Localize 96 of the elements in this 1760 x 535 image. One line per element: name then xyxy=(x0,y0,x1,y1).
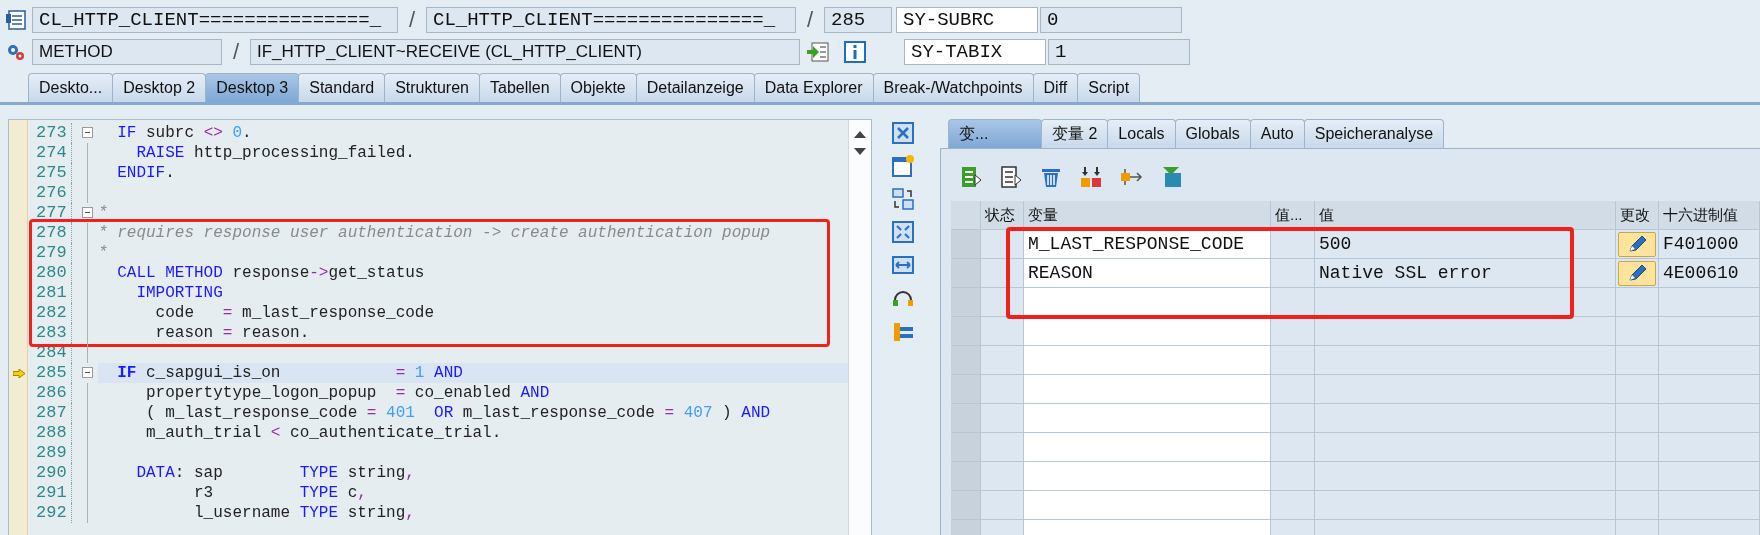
scrollbar[interactable] xyxy=(848,120,871,535)
desktop-tab[interactable]: Desktop 3 xyxy=(205,73,300,102)
line-number: 275 xyxy=(28,163,72,183)
desktop-tab[interactable]: Objekte xyxy=(559,73,637,102)
line-number: 286 xyxy=(28,383,72,403)
desktop-tab[interactable]: Strukturen xyxy=(384,73,480,102)
table-cell xyxy=(1271,230,1315,259)
desktop-tab[interactable]: Data Explorer xyxy=(753,73,874,102)
desktop-tab[interactable]: Standard xyxy=(298,73,386,102)
status-cell xyxy=(981,259,1024,288)
line-number: 288 xyxy=(28,423,72,443)
desktop-tab[interactable]: Deskto... xyxy=(28,73,114,102)
desktop-tab[interactable]: Script xyxy=(1077,73,1141,102)
code-line: CALL METHOD response->get_status xyxy=(116,263,426,283)
navigate-icon[interactable] xyxy=(806,41,830,63)
line-number: 287 xyxy=(28,403,72,423)
column-header[interactable]: 状态 xyxy=(981,201,1024,230)
scroll-up-icon[interactable] xyxy=(854,130,866,138)
code-line: l_username TYPE string, xyxy=(193,503,416,523)
column-header[interactable]: 十六进制值 xyxy=(1659,201,1760,230)
desktop-tab[interactable]: Detailanzeige xyxy=(635,73,755,102)
system-field-value[interactable]: 1 xyxy=(1048,39,1190,65)
code-line: r3 TYPE c, xyxy=(193,483,368,503)
separator-slash: / xyxy=(407,7,417,33)
variable-tab[interactable]: 变量 2 xyxy=(1041,119,1109,148)
code-line: IF subrc <> 0. xyxy=(116,123,253,143)
scroll-down-icon[interactable] xyxy=(854,148,866,156)
line-number: 276 xyxy=(28,183,72,203)
line-number: 278 xyxy=(28,223,72,243)
system-field-value[interactable]: 0 xyxy=(1040,7,1182,33)
code-line: * xyxy=(98,203,109,223)
line-number: 291 xyxy=(28,483,72,503)
code-line: * xyxy=(98,243,109,263)
line-number: 285 xyxy=(28,363,72,383)
line-number: 290 xyxy=(28,463,72,483)
code-line: propertytype_logon_popup = co_enabled AND xyxy=(145,383,551,403)
line-number: 277 xyxy=(28,203,72,223)
line-number: 281 xyxy=(28,283,72,303)
system-field-name[interactable]: SY-SUBRC xyxy=(896,7,1038,33)
code-line: m_auth_trial < co_authenticate_trial. xyxy=(145,423,503,443)
line-number: 273 xyxy=(28,123,72,143)
variable-tab[interactable]: Globals xyxy=(1174,119,1251,148)
desktop-tab[interactable]: Tabellen xyxy=(479,73,561,102)
line-number: 292 xyxy=(28,503,72,523)
code-line: reason = reason. xyxy=(154,323,311,343)
variable-cell[interactable]: M_LAST_RESPONSE_CODE xyxy=(1024,230,1271,259)
variable-tab[interactable]: 变... xyxy=(948,119,1042,148)
column-header[interactable]: 更改 xyxy=(1616,201,1659,230)
line-number: 282 xyxy=(28,303,72,323)
value-cell: Native SSL error xyxy=(1315,259,1616,288)
info-icon[interactable] xyxy=(844,41,866,63)
code-line: RAISE http_processing_failed. xyxy=(135,143,416,163)
merge-icon[interactable] xyxy=(1079,165,1103,189)
swap-icon[interactable] xyxy=(891,187,915,211)
code-line: code = m_last_response_code xyxy=(154,303,436,323)
display-field[interactable]: METHOD xyxy=(32,39,222,65)
system-field-name[interactable]: SY-TABIX xyxy=(904,39,1046,65)
code-line: ( m_last_response_code = 401 OR m_last_response_code = 407 ) AND xyxy=(145,403,772,423)
variable-tab[interactable]: Locals xyxy=(1107,119,1176,148)
line-number: 274 xyxy=(28,143,72,163)
desktop-tab[interactable]: Desktop 2 xyxy=(112,73,207,102)
display-field[interactable]: 285 xyxy=(824,7,892,33)
variable-cell[interactable]: REASON xyxy=(1024,259,1271,288)
display-field[interactable]: IF_HTTP_CLIENT~RECEIVE (CL_HTTP_CLIENT) xyxy=(250,39,800,65)
new-window-icon[interactable] xyxy=(891,154,915,178)
value-cell: 500 xyxy=(1315,230,1616,259)
separator-slash: / xyxy=(231,39,241,65)
line-number: 279 xyxy=(28,243,72,263)
list-icon[interactable] xyxy=(5,9,27,31)
line-number: 280 xyxy=(28,263,72,283)
maximize-icon[interactable] xyxy=(891,220,915,244)
variable-tab[interactable]: Auto xyxy=(1249,119,1305,148)
line-number: 283 xyxy=(28,323,72,343)
code-line: IMPORTING xyxy=(135,283,224,303)
display-field[interactable]: CL_HTTP_CLIENT===============_ xyxy=(32,7,398,33)
desktop-tab[interactable]: Diff xyxy=(1032,73,1079,102)
pencil-icon xyxy=(1626,263,1648,283)
display-field[interactable]: CL_HTTP_CLIENT===============_ xyxy=(426,7,796,33)
table-cell xyxy=(1271,259,1315,288)
code-line: * requires response user authentication -> create authentication popup xyxy=(98,223,772,243)
separator-slash: / xyxy=(805,7,815,33)
desktop-tab[interactable]: Break-/Watchpoints xyxy=(872,73,1034,102)
document-icon[interactable] xyxy=(999,165,1023,189)
pencil-icon xyxy=(1626,234,1648,254)
insert-row-icon[interactable] xyxy=(959,165,983,189)
hex-value-cell: F401000 xyxy=(1659,230,1760,259)
collapse-icon[interactable] xyxy=(82,367,93,378)
collapse-icon[interactable] xyxy=(82,127,93,138)
code-line: DATA: sap TYPE string, xyxy=(135,463,416,483)
collapse-icon[interactable] xyxy=(82,207,93,218)
code-line: ENDIF. xyxy=(116,163,176,183)
hex-value-cell: 4E00610 xyxy=(1659,259,1760,288)
close-icon[interactable] xyxy=(891,121,915,145)
width-icon[interactable] xyxy=(891,253,915,277)
line-number: 289 xyxy=(28,443,72,463)
variable-tab[interactable]: Speicheranalyse xyxy=(1303,119,1445,148)
